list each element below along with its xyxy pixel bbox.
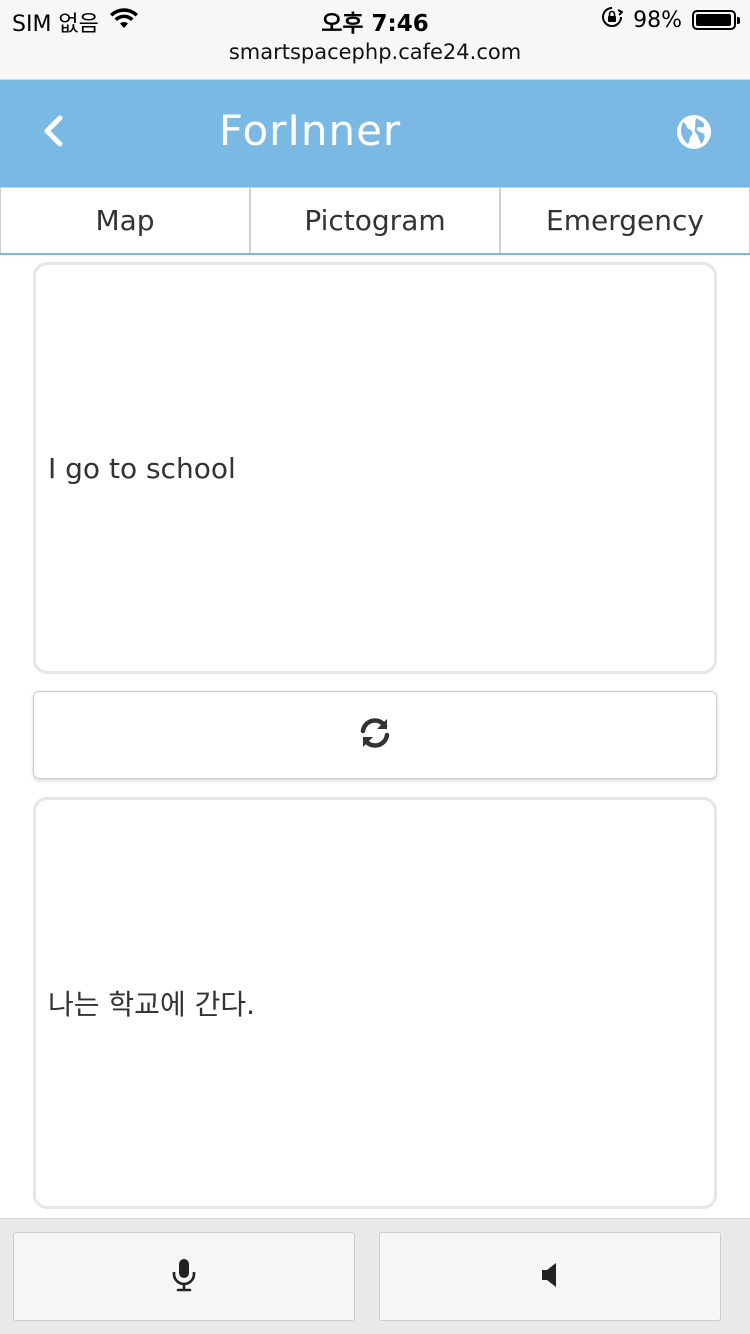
tab-bar: Map Pictogram Emergency	[0, 187, 750, 255]
tab-emergency[interactable]: Emergency	[500, 187, 750, 253]
source-text: I go to school	[48, 451, 236, 485]
microphone-icon	[171, 1258, 197, 1296]
swap-button[interactable]	[33, 691, 717, 779]
url-bar[interactable]: smartspacephp.cafe24.com	[0, 40, 750, 64]
globe-icon	[674, 115, 714, 156]
tab-pictogram[interactable]: Pictogram	[250, 187, 500, 253]
speaker-icon	[540, 1262, 560, 1292]
target-text-panel[interactable]: 나는 학교에 간다.	[33, 797, 717, 1209]
footer-toolbar	[0, 1218, 750, 1334]
app-header: ForInner	[0, 80, 750, 187]
speaker-button[interactable]	[379, 1232, 721, 1321]
status-right-group: 98%	[601, 6, 740, 34]
battery-percent: 98%	[633, 7, 682, 33]
source-text-panel[interactable]: I go to school	[33, 262, 717, 674]
app-title: ForInner	[218, 106, 402, 155]
battery-icon	[692, 10, 740, 30]
target-text: 나는 학교에 간다.	[48, 988, 256, 1021]
status-bar: SIM 없음 오후 7:46 98% smartspacephp.cafe24.…	[0, 0, 750, 80]
refresh-icon	[358, 716, 392, 754]
battery-level-fill	[696, 14, 731, 26]
language-button[interactable]	[674, 112, 714, 152]
tab-map[interactable]: Map	[0, 187, 250, 253]
microphone-button[interactable]	[13, 1232, 355, 1321]
orientation-lock-icon	[601, 6, 624, 34]
